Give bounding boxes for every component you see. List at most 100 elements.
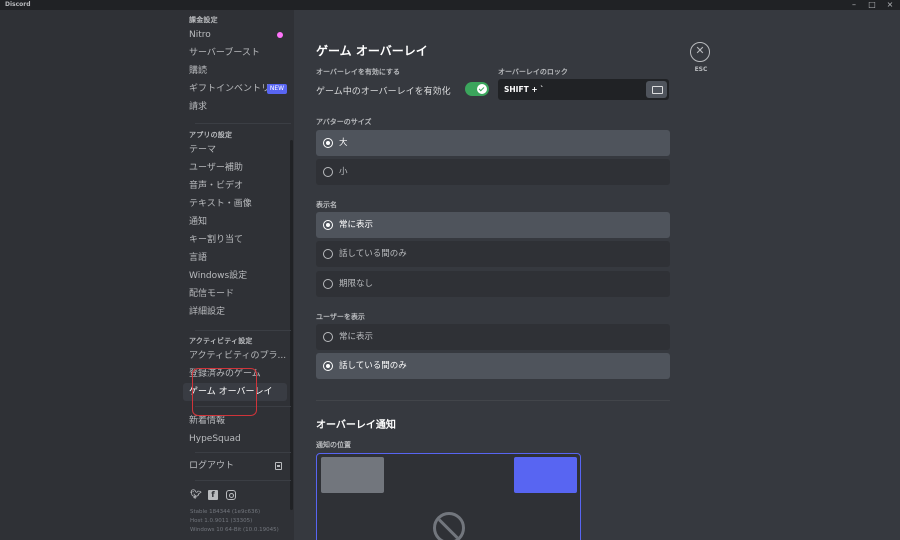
version-info: Stable 184344 (1e9c636) Host 1.0.9011 (3… <box>190 508 279 535</box>
radio-unchecked-icon <box>323 167 333 177</box>
sidebar-item-language[interactable]: 言語 <box>183 249 287 267</box>
window-controls: – □ × <box>850 0 894 10</box>
sidebar-section-app: アプリの設定 テーマ ユーザー補助 音声・ビデオ テキスト・画像 通知 キー割り… <box>183 130 287 321</box>
sidebar-item-label: 言語 <box>189 253 208 263</box>
sidebar-item-server-boost[interactable]: サーバーブースト <box>183 44 287 62</box>
overlay-lock-keybind[interactable]: SHIFT + ` <box>498 79 669 100</box>
sidebar-item-activity-privacy[interactable]: アクティビティのプラ... <box>183 347 287 365</box>
twitter-icon[interactable]: 🐦︎ <box>190 490 201 500</box>
radio-avatar-large[interactable]: 大 <box>316 130 670 156</box>
sidebar-item-text-images[interactable]: テキスト・画像 <box>183 195 287 213</box>
sidebar-item-advanced[interactable]: 詳細設定 <box>183 303 287 321</box>
sidebar-item-accessibility[interactable]: ユーザー補助 <box>183 159 287 177</box>
radio-names-always[interactable]: 常に表示 <box>316 212 670 238</box>
page-title: ゲーム オーバーレイ <box>316 44 428 58</box>
close-icon[interactable]: ✕ <box>690 42 710 62</box>
sidebar-scrollbar[interactable] <box>290 140 293 510</box>
enable-overlay-toggle[interactable] <box>465 82 489 96</box>
sidebar-item-nitro[interactable]: Nitro <box>183 26 287 44</box>
social-links: 🐦︎ f <box>190 490 236 500</box>
esc-label: ESC <box>694 66 708 73</box>
sidebar-item-hypesquad[interactable]: HypeSquad <box>183 430 287 448</box>
logout-icon <box>275 462 282 470</box>
radio-label: 大 <box>339 138 348 148</box>
sidebar-divider <box>195 452 291 453</box>
sidebar-item-label: ログアウト <box>189 461 235 471</box>
sidebar-section-logout: ログアウト <box>183 457 287 475</box>
radio-unchecked-icon <box>323 332 333 342</box>
sidebar-section-misc: 新着情報 HypeSquad <box>183 412 287 448</box>
display-names-label: 表示名 <box>316 201 337 209</box>
sidebar-item-subscriptions[interactable]: 購読 <box>183 62 287 80</box>
toggle-check-icon <box>477 84 487 94</box>
version-line: Windows 10 64-Bit (10.0.19045) <box>190 527 279 533</box>
nitro-icon <box>277 32 283 38</box>
sidebar-item-label: HypeSquad <box>189 434 241 444</box>
sidebar-item-label: サーバーブースト <box>189 48 260 58</box>
sidebar-item-voice-video[interactable]: 音声・ビデオ <box>183 177 287 195</box>
keybind-value: SHIFT + ` <box>504 85 544 94</box>
sidebar-item-label: Windows設定 <box>189 271 248 281</box>
radio-unchecked-icon <box>323 279 333 289</box>
new-badge: NEW <box>267 84 287 94</box>
radio-label: 話している間のみ <box>339 361 407 371</box>
sidebar-item-gift-inventory[interactable]: ギフトインベントリ NEW <box>183 80 287 98</box>
sidebar-divider <box>195 480 291 481</box>
logout-button[interactable]: ログアウト <box>183 457 287 475</box>
sidebar-item-streamer-mode[interactable]: 配信モード <box>183 285 287 303</box>
radio-checked-icon <box>323 138 333 148</box>
sidebar-item-label: Nitro <box>189 30 211 40</box>
title-bar: Discord – □ × <box>0 0 900 10</box>
sidebar-item-label: キー割り当て <box>189 235 244 245</box>
sidebar-item-label: 新着情報 <box>189 416 226 426</box>
annotation-highlight <box>192 368 257 416</box>
disabled-icon[interactable] <box>433 512 465 540</box>
overlay-lock-label: オーバーレイのロック <box>498 68 568 76</box>
version-line: Host 1.0.9011 (33305) <box>190 518 253 524</box>
enable-overlay-text: ゲーム中のオーバーレイを有効化 <box>316 87 451 97</box>
sidebar-divider <box>195 330 291 331</box>
radio-label: 話している間のみ <box>339 249 407 259</box>
radio-unchecked-icon <box>323 249 333 259</box>
radio-avatar-small[interactable]: 小 <box>316 159 670 185</box>
sidebar-item-label: ユーザー補助 <box>189 163 243 173</box>
instagram-icon[interactable] <box>226 490 236 500</box>
radio-checked-icon <box>323 361 333 371</box>
position-top-right[interactable] <box>514 457 577 493</box>
radio-users-always[interactable]: 常に表示 <box>316 324 670 350</box>
radio-label: 期限なし <box>339 279 374 289</box>
sidebar-item-notifications[interactable]: 通知 <box>183 213 287 231</box>
keyboard-icon[interactable] <box>646 81 667 98</box>
sidebar-item-label: 請求 <box>189 102 208 112</box>
sidebar-item-windows-settings[interactable]: Windows設定 <box>183 267 287 285</box>
sidebar-item-label: 通知 <box>189 217 208 227</box>
sidebar-section-billing: 課金設定 Nitro サーバーブースト 購読 ギフトインベントリ NEW 請求 <box>183 15 287 116</box>
sidebar-item-label: 詳細設定 <box>189 307 226 317</box>
maximize-button[interactable]: □ <box>868 0 876 10</box>
enable-overlay-label: オーバーレイを有効にする <box>316 68 400 76</box>
sidebar-item-label: 音声・ビデオ <box>189 181 244 191</box>
notification-position-label: 通知の位置 <box>316 441 351 449</box>
radio-checked-icon <box>323 220 333 230</box>
minimize-button[interactable]: – <box>850 0 858 10</box>
radio-label: 小 <box>339 167 348 177</box>
sidebar-header-app: アプリの設定 <box>189 131 233 139</box>
sidebar-item-theme[interactable]: テーマ <box>183 141 287 159</box>
radio-users-speaking[interactable]: 話している間のみ <box>316 353 670 379</box>
close-window-button[interactable]: × <box>886 0 894 10</box>
sidebar-item-label: 配信モード <box>189 289 235 299</box>
sidebar-divider <box>195 123 291 124</box>
radio-label: 常に表示 <box>339 332 374 342</box>
overlay-notifications-title: オーバーレイ通知 <box>316 420 396 431</box>
version-line: Stable 184344 (1e9c636) <box>190 509 261 515</box>
sidebar-item-billing[interactable]: 請求 <box>183 98 287 116</box>
sidebar-item-label: アクティビティのプラ... <box>189 351 287 361</box>
facebook-icon[interactable]: f <box>208 490 218 500</box>
radio-label: 常に表示 <box>339 220 374 230</box>
radio-names-speaking[interactable]: 話している間のみ <box>316 241 670 267</box>
sidebar-item-keybinds[interactable]: キー割り当て <box>183 231 287 249</box>
sidebar-item-label: テキスト・画像 <box>189 199 252 209</box>
sidebar-item-label: ギフトインベントリ <box>189 84 271 94</box>
radio-names-never[interactable]: 期限なし <box>316 271 670 297</box>
position-top-left[interactable] <box>321 457 384 493</box>
